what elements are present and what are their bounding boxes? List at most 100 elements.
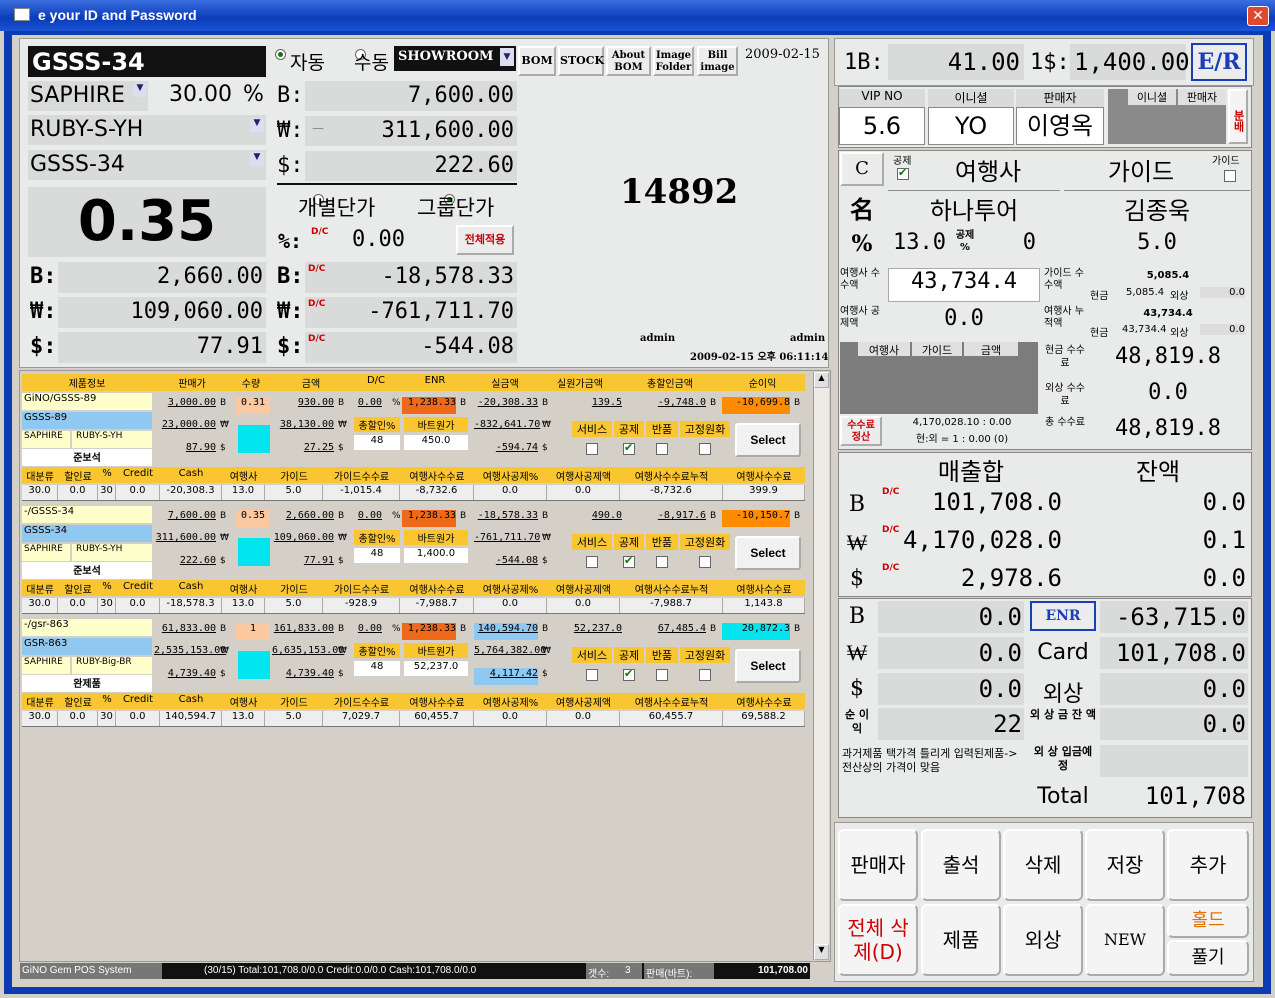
settle-button[interactable]: 수수료 정산	[840, 416, 882, 446]
unit-b: B	[460, 398, 467, 408]
guide-pct[interactable]: 5.0	[1064, 230, 1250, 264]
vip-value[interactable]: 5.6	[839, 107, 925, 145]
sub-cell: 0.0	[547, 598, 620, 613]
dc-pct-label: %:	[278, 229, 303, 253]
comm-tab[interactable]: 가이드	[912, 342, 962, 357]
select-button[interactable]: Select	[735, 649, 801, 683]
pay-b-label: B	[848, 604, 866, 629]
flag-checkbox[interactable]	[699, 556, 711, 568]
deduct-checkbox[interactable]	[897, 166, 909, 180]
comm-tab[interactable]: 여행사	[858, 342, 910, 357]
sub-header-cell: 할인료	[64, 698, 92, 709]
delete-all-button[interactable]: 전체 삭제(D)	[838, 904, 918, 976]
sub-header-cell: 여행사	[229, 585, 258, 596]
pay-b[interactable]: 0.0	[878, 601, 1024, 633]
product-button[interactable]: 제품	[921, 904, 1001, 976]
pay-d[interactable]: 0.0	[878, 673, 1024, 705]
balance-label: 잔액	[1135, 458, 1181, 486]
new-button[interactable]: NEW	[1085, 904, 1165, 976]
auto-radio[interactable]	[275, 49, 286, 60]
rate-b-value[interactable]: 41.00	[888, 44, 1024, 80]
guide-cash: 5,085.4	[1126, 287, 1165, 298]
rate-d-value[interactable]: 1,400.00	[1070, 44, 1190, 80]
stone-field[interactable]: SAPHIRE	[28, 81, 148, 111]
deduct-pct[interactable]: 0	[980, 230, 1036, 264]
agency-pct[interactable]: 13.0	[888, 230, 946, 264]
item-name[interactable]: -/gsr-863	[22, 619, 152, 636]
item-qty[interactable]: 1	[236, 623, 270, 640]
item-qty[interactable]: 0.35	[236, 510, 270, 527]
flag-checkbox[interactable]	[586, 669, 598, 681]
save-button[interactable]: 저장	[1085, 829, 1165, 901]
flag-checkbox[interactable]	[699, 443, 711, 455]
agency-label: 여행사	[954, 158, 1022, 186]
sub-b-value: 2,660.00	[58, 262, 266, 293]
c-button[interactable]: C	[840, 152, 884, 186]
attend-button[interactable]: 출석	[921, 829, 1001, 901]
apply-all-button[interactable]: 전체적용	[456, 225, 514, 255]
model-field[interactable]: RUBY-S-YH	[28, 115, 266, 145]
comm-list[interactable]: 여행사 가이드 금액	[840, 342, 1038, 414]
flag-checkbox[interactable]	[656, 669, 668, 681]
card-value[interactable]: 101,708.0	[1100, 637, 1248, 669]
seller-value[interactable]: 이영옥	[1016, 107, 1104, 145]
select-button[interactable]: Select	[735, 423, 801, 457]
flag-checkbox[interactable]	[656, 443, 668, 455]
showroom-select[interactable]: SHOWROOM ▼	[394, 46, 516, 71]
chevron-down-icon[interactable]: ▼	[500, 48, 514, 66]
item-qty[interactable]: 0.31	[236, 397, 270, 414]
release-button[interactable]: 풀기	[1167, 940, 1249, 976]
bill-image-button[interactable]: Bill image	[697, 46, 738, 76]
seller-list[interactable]: 이니셜 판매자	[1108, 89, 1226, 144]
select-button[interactable]: Select	[735, 536, 801, 570]
initial-value[interactable]: YO	[928, 107, 1014, 145]
pay-w[interactable]: 0.0	[878, 637, 1024, 669]
chevron-down-icon[interactable]: ▼	[814, 944, 829, 960]
stock-button[interactable]: STOCK	[558, 46, 604, 76]
dc-value[interactable]: 0.00	[352, 227, 405, 252]
comm-tab[interactable]: 금액	[964, 342, 1018, 357]
agency-name[interactable]: 하나투어	[888, 190, 1060, 226]
chevron-down-icon[interactable]: ▼	[250, 118, 264, 132]
table-header-cell: 금액	[301, 379, 321, 390]
split-button[interactable]: 분배	[1228, 89, 1248, 144]
table-header-cell: 제품정보	[68, 379, 106, 390]
bom-button[interactable]: BOM	[518, 46, 556, 76]
sub-cell: -7,988.7	[620, 598, 723, 613]
credit-value[interactable]: 0.0	[1100, 673, 1248, 705]
chevron-up-icon[interactable]: ▲	[814, 372, 829, 388]
enr-button[interactable]: ENR	[1030, 601, 1096, 631]
memo-note[interactable]: 과거제품 택가격 틀리게 입력된제품->전산상의 가격이 맞음	[840, 745, 1026, 815]
seller-button[interactable]: 판매자	[838, 829, 918, 901]
chevron-down-icon[interactable]: ▼	[133, 83, 147, 97]
product-code[interactable]: GSSS-34	[28, 46, 266, 77]
flag-checkbox[interactable]	[656, 556, 668, 568]
item-name[interactable]: -/GSSS-34	[22, 506, 152, 523]
code-field[interactable]: GSSS-34	[28, 150, 266, 180]
credit-due-value[interactable]	[1100, 745, 1248, 777]
item-profit: -10,699.8	[722, 397, 790, 414]
guide-name[interactable]: 김종욱	[1064, 190, 1250, 226]
hold-button[interactable]: 홀드	[1167, 904, 1249, 938]
scrollbar[interactable]: ▲ ▼	[813, 372, 829, 960]
credit-button[interactable]: 외상	[1003, 904, 1083, 976]
table-header-cell: 실금액	[491, 379, 519, 390]
item-name[interactable]: GiNO/GSSS-89	[22, 393, 152, 410]
flag-checkbox[interactable]	[623, 441, 635, 455]
delete-button[interactable]: 삭제	[1003, 829, 1083, 901]
item-color-swatch	[238, 538, 270, 566]
add-button[interactable]: 추가	[1167, 829, 1249, 901]
flag-checkbox[interactable]	[623, 667, 635, 681]
item-enr: 1,238.33	[402, 397, 456, 414]
flag-checkbox[interactable]	[586, 556, 598, 568]
sub-header-cell: 여행사수수료	[409, 585, 465, 596]
close-button[interactable]: ✕	[1247, 6, 1269, 26]
flag-checkbox[interactable]	[586, 443, 598, 455]
exchange-rate-button[interactable]: E/R	[1191, 43, 1247, 81]
guide-checkbox[interactable]	[1224, 170, 1236, 182]
about-bom-button[interactable]: About BOM	[606, 46, 651, 76]
chevron-down-icon[interactable]: ▼	[250, 152, 264, 166]
flag-checkbox[interactable]	[623, 554, 635, 568]
image-folder-button[interactable]: Image Folder	[653, 46, 694, 76]
flag-checkbox[interactable]	[699, 669, 711, 681]
